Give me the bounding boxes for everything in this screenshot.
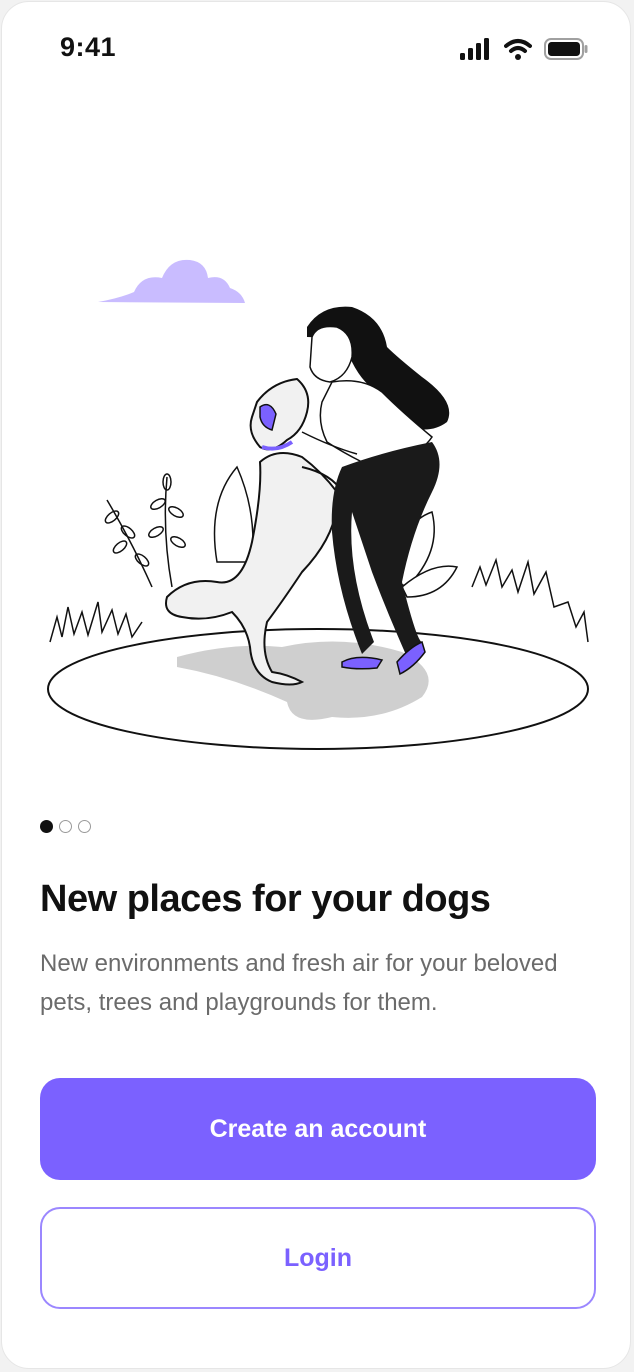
page-dot[interactable]	[59, 820, 72, 833]
page-title: New places for your dogs	[40, 878, 491, 920]
status-time: 9:41	[60, 32, 117, 62]
signal-icon	[460, 38, 489, 60]
page-dot[interactable]	[78, 820, 91, 833]
create-account-button[interactable]: Create an account	[40, 1078, 596, 1180]
cloud-icon	[98, 259, 245, 303]
login-button[interactable]: Login	[40, 1207, 596, 1309]
woman-hugging-dog-illustration	[47, 259, 589, 750]
status-bar: 9:41	[2, 2, 630, 98]
battery-icon	[544, 38, 588, 60]
page-dot-active[interactable]	[40, 820, 53, 833]
page-indicator	[40, 820, 91, 833]
status-icons	[460, 38, 588, 60]
page-description: New environments and fresh air for your …	[40, 950, 558, 1016]
phone-screen: 9:41 New places for your dogs New enviro…	[1, 1, 631, 1369]
wifi-icon	[504, 39, 532, 60]
